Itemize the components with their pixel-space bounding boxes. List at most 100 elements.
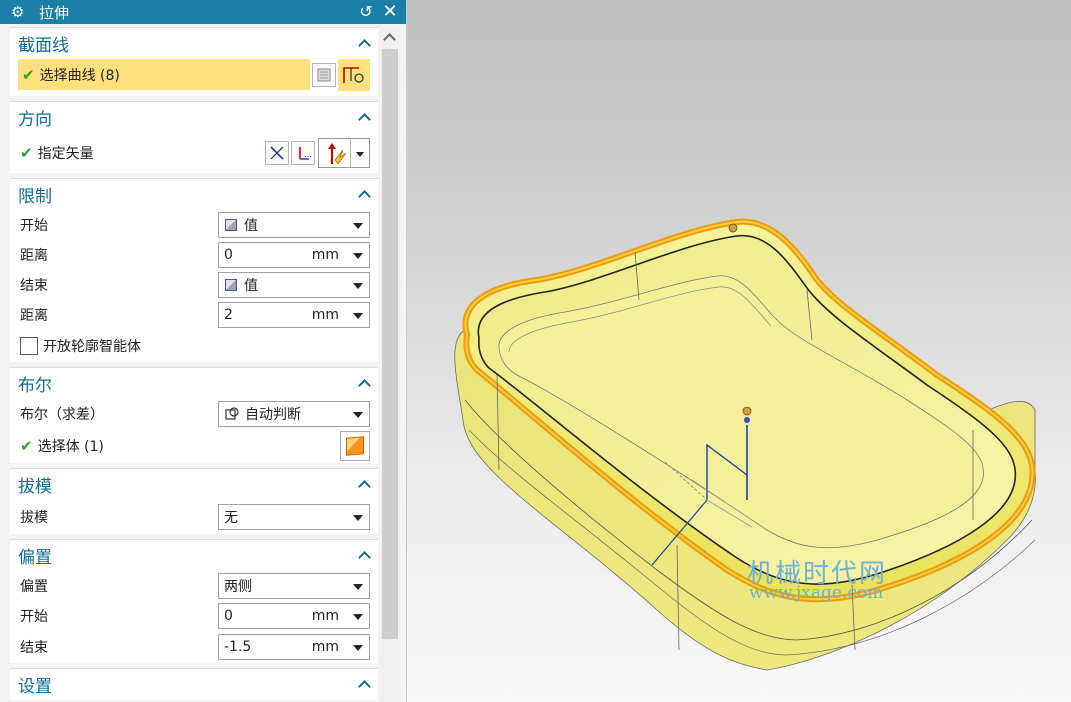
chevron-up-icon[interactable] [358, 478, 372, 492]
limits-title: 限制 [18, 187, 52, 207]
dialog-content: 截面线 ✔ 选择曲线 (8) 方向 ✔ 指定矢量 … 限制 开始 值 距离 0 … [10, 27, 378, 702]
vector-type-dropdown[interactable] [318, 138, 370, 168]
check-icon: ✔ [22, 65, 35, 84]
reverse-direction-icon [270, 146, 284, 160]
svg-text:…: … [304, 150, 312, 159]
select-curve-label: 选择曲线 (8) [39, 67, 120, 84]
specify-vector-row[interactable]: ✔ 指定矢量 … [10, 133, 378, 173]
select-curve-row[interactable]: ✔ 选择曲线 (8) [18, 59, 310, 90]
draft-value: 无 [224, 510, 238, 526]
open-profile-label: 开放轮廓智能体 [43, 339, 141, 355]
watermark-en: www.jxage.com [749, 583, 884, 603]
tray-model[interactable] [407, 0, 1071, 702]
chevron-down-icon[interactable] [353, 412, 363, 418]
boolean-header[interactable]: 布尔 [10, 368, 378, 399]
limit-end-distance-input[interactable]: 2 mm [218, 302, 370, 328]
boolean-select[interactable]: 自动判断 [218, 401, 370, 427]
solid-body-icon [346, 436, 364, 456]
limit-start-label: 开始 [20, 218, 48, 234]
chevron-up-icon[interactable] [383, 33, 396, 46]
offset-start-label: 开始 [20, 609, 48, 625]
chevron-up-icon[interactable] [358, 37, 372, 51]
settings-title: 设置 [18, 677, 52, 697]
unit-label: mm [311, 247, 339, 263]
sketch-icon [317, 68, 331, 82]
draft-title: 拔模 [18, 477, 52, 497]
limit-end-distance-label: 距离 [20, 308, 48, 324]
chevron-down-icon[interactable] [353, 515, 363, 521]
extrude-dialog: ⚙ 拉伸 ↺ ✕ 截面线 ✔ 选择曲线 (8) 方向 ✔ 指定矢量 … 限制 开… [0, 0, 407, 702]
chevron-down-icon[interactable] [353, 253, 363, 259]
limit-start-select[interactable]: 值 [218, 212, 370, 238]
draft-select[interactable]: 无 [218, 504, 370, 530]
offset-group: 偏置 偏置 两侧 开始 0 mm 结束 -1.5 mm [10, 539, 378, 663]
section-curve-header[interactable]: 截面线 [10, 28, 378, 59]
offset-value: 两侧 [224, 579, 252, 595]
offset-end-value[interactable]: -1.5 [224, 639, 251, 655]
chevron-down-icon[interactable] [353, 645, 363, 651]
draft-header[interactable]: 拔模 [10, 469, 378, 500]
offset-start-value[interactable]: 0 [224, 608, 233, 624]
boolean-label: 布尔（求差） [20, 407, 104, 423]
unit-label: mm [311, 307, 339, 323]
offset-end-label: 结束 [20, 640, 48, 656]
section-curve-title: 截面线 [18, 36, 69, 56]
auto-infer-icon [225, 407, 239, 420]
chevron-up-icon[interactable] [358, 188, 372, 202]
limit-start-distance-input[interactable]: 0 mm [218, 242, 370, 268]
chevron-down-icon[interactable] [353, 223, 363, 229]
chevron-up-icon[interactable] [358, 678, 372, 692]
limit-end-label: 结束 [20, 278, 48, 294]
limit-start-value: 值 [244, 218, 258, 234]
chevron-down-icon[interactable] [353, 283, 363, 289]
chevron-up-icon[interactable] [358, 549, 372, 563]
limits-header[interactable]: 限制 [10, 179, 378, 210]
direction-title: 方向 [18, 110, 52, 130]
chevron-down-icon[interactable] [356, 152, 364, 157]
reset-icon[interactable]: ↺ [356, 0, 376, 24]
settings-header[interactable]: 设置 [10, 669, 378, 700]
offset-end-input[interactable]: -1.5 mm [218, 634, 370, 660]
offset-select[interactable]: 两侧 [218, 573, 370, 599]
graphics-viewport[interactable]: 机械时代网 www.jxage.com [407, 0, 1071, 702]
boolean-title: 布尔 [18, 376, 52, 396]
curve-rule-button[interactable] [338, 59, 370, 91]
limit-start-distance-label: 距离 [20, 248, 48, 264]
offset-row: 偏置 两侧 [10, 571, 378, 601]
open-profile-checkbox[interactable] [20, 337, 38, 355]
chevron-up-icon[interactable] [358, 111, 372, 125]
chevron-up-icon[interactable] [358, 377, 372, 391]
chevron-down-icon[interactable] [353, 614, 363, 620]
offset-start-input[interactable]: 0 mm [218, 603, 370, 629]
limit-start-row: 开始 值 [10, 210, 378, 240]
select-body-label: 选择体 (1) [37, 439, 104, 455]
check-icon: ✔ [20, 144, 33, 162]
select-body-button[interactable] [340, 431, 370, 461]
offset-header[interactable]: 偏置 [10, 540, 378, 571]
limit-end-select[interactable]: 值 [218, 272, 370, 298]
scrollbar-thumb[interactable] [382, 49, 398, 639]
limits-group: 限制 开始 值 距离 0 mm 结束 值 距离 2 mm 开放轮廓智能体 [10, 178, 378, 362]
vector-dialog-button[interactable]: … [291, 141, 315, 165]
draft-group: 拔模 拔模 无 [10, 468, 378, 534]
boolean-group: 布尔 布尔（求差） 自动判断 ✔ 选择体 (1) [10, 367, 378, 463]
dialog-titlebar: ⚙ 拉伸 ↺ ✕ [0, 0, 406, 24]
limit-start-distance-value[interactable]: 0 [224, 247, 233, 263]
draft-label: 拔模 [20, 510, 48, 526]
chevron-down-icon[interactable] [353, 584, 363, 590]
close-icon[interactable]: ✕ [380, 0, 400, 24]
select-body-row[interactable]: ✔ 选择体 (1) [10, 429, 378, 463]
direction-header[interactable]: 方向 [10, 102, 378, 133]
limit-start-distance-row: 距离 0 mm [10, 240, 378, 270]
sketch-section-button[interactable] [312, 63, 336, 87]
chevron-down-icon[interactable] [353, 313, 363, 319]
limit-end-distance-value[interactable]: 2 [224, 307, 233, 323]
dialog-scrollbar[interactable] [380, 27, 400, 702]
check-icon: ✔ [20, 437, 33, 455]
draft-row: 拔模 无 [10, 500, 378, 534]
settings-group: 设置 [10, 668, 378, 700]
section-curve-group: 截面线 ✔ 选择曲线 (8) [10, 27, 378, 96]
reverse-direction-button[interactable] [265, 141, 289, 165]
gear-icon[interactable]: ⚙ [11, 0, 31, 24]
open-profile-row[interactable]: 开放轮廓智能体 [10, 330, 378, 362]
